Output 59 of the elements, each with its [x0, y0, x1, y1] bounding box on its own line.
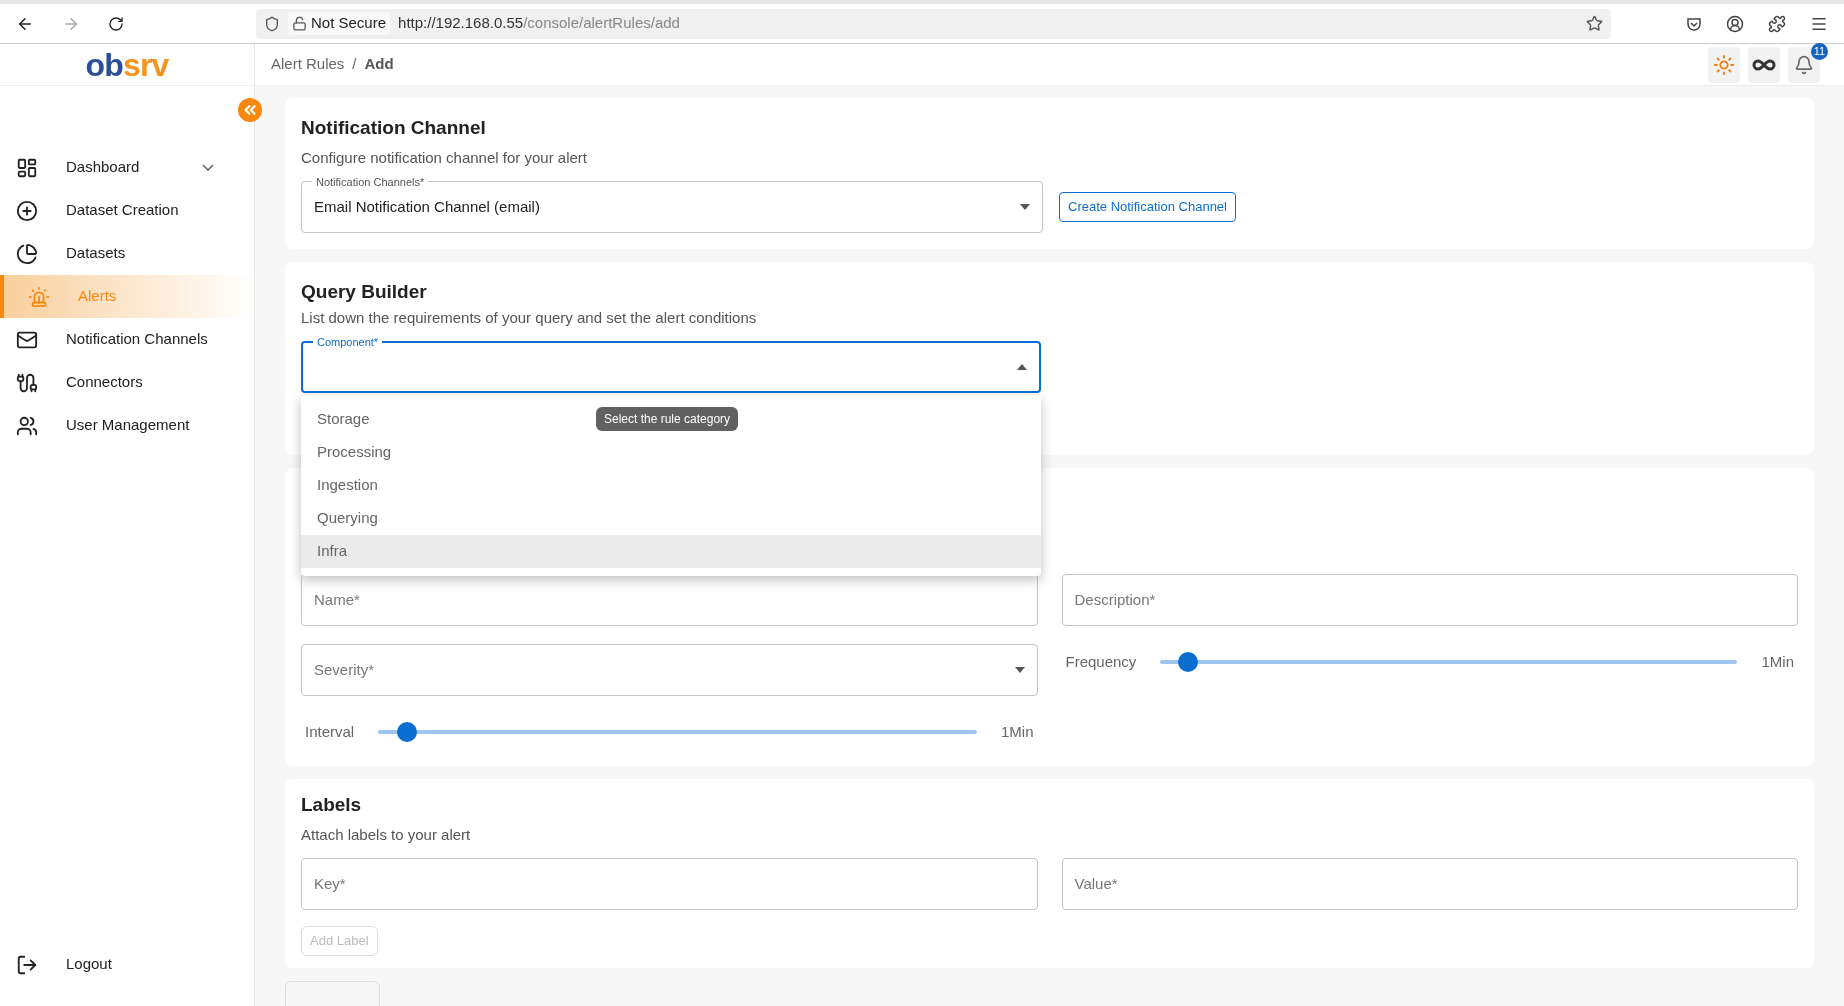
menu-option[interactable]: Querying	[301, 502, 1041, 535]
plus-circle-icon	[16, 199, 38, 222]
bell-icon	[1794, 54, 1814, 75]
section-subtitle: List down the requirements of your query and set the alert conditions	[301, 307, 758, 328]
section-title: Notification Channel	[301, 116, 487, 140]
sidebar-item[interactable]: Dataset Creation	[0, 189, 254, 232]
menu-option[interactable]: Ingestion	[301, 469, 1041, 502]
url-text[interactable]: http://192.168.0.55/console/alertRules/add	[398, 12, 1578, 35]
section-title: Query Builder	[301, 280, 428, 304]
extensions-icon[interactable]	[1768, 14, 1786, 33]
cable-icon	[16, 371, 38, 394]
select-field[interactable]: Severity*	[301, 644, 1038, 696]
logo[interactable]: obsrv	[85, 48, 169, 81]
menu-option[interactable]: Infra	[301, 535, 1041, 568]
caret-icon	[1017, 364, 1027, 370]
input-field[interactable]: Name*	[301, 574, 1038, 626]
slider-thumb[interactable]	[396, 722, 417, 742]
sidebar-item[interactable]: Dashboard	[0, 146, 254, 189]
account-icon[interactable]	[1726, 14, 1744, 33]
create-channel-button[interactable]: Create Notification Channel	[1059, 192, 1236, 222]
section-subtitle: Attach labels to your alert	[301, 824, 472, 845]
security-indicator[interactable]: Not Secure	[288, 12, 391, 35]
reload-icon[interactable]	[108, 15, 124, 32]
slider-value: 1Min	[1001, 721, 1034, 742]
slider-value: 1Min	[1761, 651, 1794, 672]
sun-button[interactable]	[1708, 46, 1740, 83]
sidebar-item[interactable]: Datasets	[0, 232, 254, 275]
pocket-icon[interactable]	[1686, 15, 1702, 32]
input-field[interactable]: Key*	[301, 858, 1038, 910]
breadcrumb-link[interactable]: Alert Rules	[271, 53, 345, 76]
shield-icon[interactable]	[264, 15, 280, 32]
pie-chart-icon	[16, 242, 38, 265]
siren-icon	[28, 285, 50, 308]
sun-icon	[1713, 53, 1735, 76]
sidebar-item[interactable]: Connectors	[0, 361, 254, 404]
input-field[interactable]: Description*	[1061, 574, 1798, 626]
caret-icon	[1020, 204, 1030, 210]
notification-badge: 11	[1811, 42, 1828, 60]
breadcrumb-separator: /	[352, 54, 357, 75]
sidebar-item[interactable]: User Management	[0, 404, 254, 447]
menu-option[interactable]: Processing	[301, 436, 1041, 469]
logout-item[interactable]: Logout	[0, 943, 254, 986]
infinity-button[interactable]	[1748, 46, 1780, 83]
dashboard-icon	[16, 156, 38, 179]
slider-thumb[interactable]	[1178, 652, 1198, 672]
star-icon[interactable]	[1586, 15, 1603, 32]
caret-icon	[1014, 667, 1025, 673]
tooltip: Select the rule category	[596, 407, 739, 431]
slider-track[interactable]	[1160, 651, 1738, 673]
slider-label: Frequency	[1065, 651, 1137, 672]
input-field[interactable]: Value*	[1061, 858, 1798, 910]
address-bar[interactable]: Not Secure http://192.168.0.55/console/alertRules/add	[256, 8, 1611, 39]
section-subtitle: Configure notification channel for your alert	[301, 147, 588, 168]
slider-track[interactable]	[378, 721, 977, 743]
sidebar-item[interactable]: Notification Channels	[0, 318, 254, 361]
users-icon	[16, 414, 38, 437]
section-title: Labels	[301, 793, 363, 817]
slider-label: Interval	[305, 721, 355, 742]
logout-icon	[16, 953, 38, 976]
